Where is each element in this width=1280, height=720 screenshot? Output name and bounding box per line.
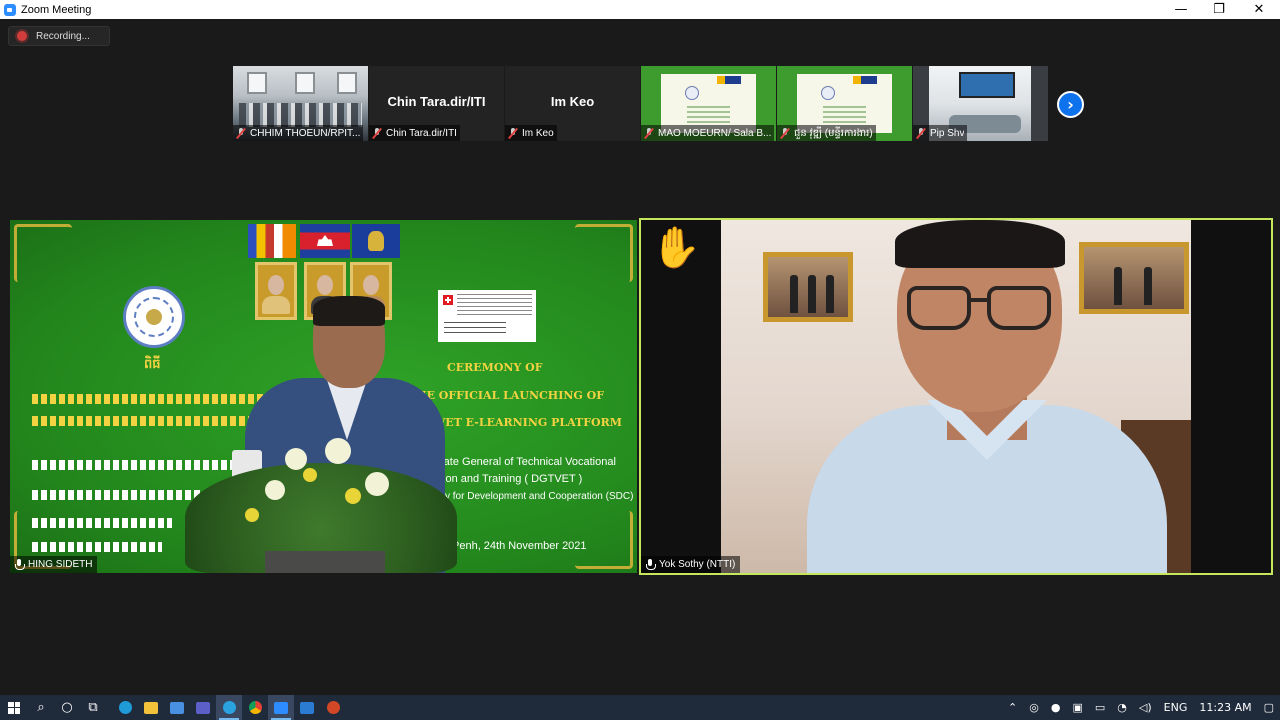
strip-next-chevron-icon[interactable]: › <box>1057 91 1084 118</box>
flower-arrangement <box>185 418 457 573</box>
video-tile-hing-sideth[interactable]: ពិធី CEREMONY OF THE OFFICIAL LAUNCHING … <box>10 220 637 573</box>
mic-muted-icon <box>508 127 518 139</box>
khmer-text-line <box>32 542 162 552</box>
khmer-text-line <box>32 490 202 500</box>
khmer-text-line <box>32 518 172 528</box>
participant-name: Chin Tara.dir/ITI <box>386 127 457 139</box>
participant-name: Pip Shv <box>930 127 965 139</box>
participant-tile[interactable]: Chin Tara.dir/ITI Chin Tara.dir/ITI <box>369 66 504 141</box>
windows-logo-icon <box>8 701 20 714</box>
mic-icon <box>646 559 656 570</box>
cortana-icon[interactable]: ○ <box>54 695 80 720</box>
task-view-icon[interactable]: ⧉ <box>80 695 106 720</box>
battery-icon[interactable]: ▭ <box>1095 701 1105 714</box>
raise-hand-icon: ✋ <box>651 225 701 271</box>
slide-support-line: cy for Development and Cooperation (SDC) <box>440 491 634 502</box>
edge-icon[interactable] <box>112 695 138 720</box>
chevron-up-icon[interactable]: ⌃ <box>1008 701 1017 714</box>
participant-big-name: Im Keo <box>550 94 595 109</box>
participant-name-tag: ជួន វុឌ្ឍី (មន្ទីរការងារ) <box>777 125 876 141</box>
participant-name-tag: Im Keo <box>505 125 557 141</box>
action-icon[interactable]: ▣ <box>1072 701 1082 714</box>
participant-name-tag: Yok Sothy (NTTI) <box>641 556 741 573</box>
mic-muted-icon <box>780 127 790 139</box>
video-tile-yok-sothy[interactable]: ✋ Yok Sothy (NTTI) <box>639 218 1273 575</box>
participant-name: CHHIM THOEUN/RPIT... <box>250 127 361 139</box>
mail-icon[interactable] <box>164 695 190 720</box>
cambodia-flag-icon <box>300 224 350 258</box>
language-indicator[interactable]: ENG <box>1164 701 1188 714</box>
participant-tile[interactable]: MAO MOEURN/ Sala B... <box>641 66 776 141</box>
recording-label: Recording... <box>36 30 90 42</box>
window-title: Zoom Meeting <box>21 3 92 16</box>
chrome-icon[interactable] <box>242 695 268 720</box>
participant-name-tag: Chin Tara.dir/ITI <box>369 125 460 141</box>
participant-name-tag: MAO MOEURN/ Sala B... <box>641 125 774 141</box>
microphone-icon[interactable]: ● <box>1051 701 1061 714</box>
buddhist-flag-icon <box>248 224 296 258</box>
participant-name-tag: CHHIM THOEUN/RPIT... <box>233 125 364 141</box>
search-icon[interactable]: ⌕ <box>28 695 54 720</box>
participant-name-tag: Pip Shv <box>913 125 968 141</box>
minimize-button[interactable]: — <box>1161 0 1201 19</box>
maximize-button[interactable]: ❐ <box>1199 0 1239 19</box>
participant-tile[interactable]: Im Keo Im Keo <box>505 66 640 141</box>
record-dot-icon <box>17 31 27 41</box>
zoom-app-icon <box>4 3 16 16</box>
participant-name: HING SIDETH <box>28 559 93 570</box>
participant-name: Yok Sothy (NTTI) <box>659 559 736 570</box>
participant-name: ជួន វុឌ្ឍី (មន្ទីរការងារ) <box>794 127 873 139</box>
participant-name: MAO MOEURN/ Sala B... <box>658 127 771 139</box>
slide-khmer-heading: ពិធី <box>144 357 161 372</box>
mic-muted-icon <box>236 127 246 139</box>
powerpoint-icon[interactable] <box>320 695 346 720</box>
start-button[interactable] <box>0 695 28 720</box>
close-button[interactable]: ✕ <box>1239 0 1279 19</box>
wifi-icon[interactable]: ◔ <box>1117 701 1127 714</box>
participant-tile[interactable]: CHHIM THOEUN/RPIT... <box>233 66 368 141</box>
clock[interactable]: 11:23 AM <box>1199 701 1251 714</box>
participant-name: Im Keo <box>522 127 554 139</box>
participant-name-tag: HING SIDETH <box>10 556 98 573</box>
zoom-icon[interactable] <box>268 695 294 720</box>
ministry-seal-logo <box>123 286 185 348</box>
royal-emblem-flag-icon <box>352 224 400 258</box>
file-explorer-icon[interactable] <box>138 695 164 720</box>
notifications-icon[interactable]: ▢ <box>1264 701 1274 714</box>
participant-big-name: Chin Tara.dir/ITI <box>387 94 486 109</box>
mic-muted-icon <box>916 127 926 139</box>
participant-strip: CHHIM THOEUN/RPIT... Chin Tara.dir/ITI C… <box>233 66 1048 141</box>
window-titlebar: Zoom Meeting — ❐ ✕ <box>0 0 1280 19</box>
sdc-logo <box>438 290 536 342</box>
teams-icon[interactable] <box>190 695 216 720</box>
speaker-figure <box>807 220 1167 573</box>
slide-org-line1: rate General of Technical Vocational <box>440 456 616 468</box>
mic-muted-icon <box>372 127 382 139</box>
meeting-stage: Recording... CHHIM THOEUN/RPIT... Chin T… <box>0 19 1280 695</box>
participant-tile[interactable]: Pip Shv <box>913 66 1048 141</box>
mic-icon <box>15 559 25 570</box>
slide-title-line1: CEREMONY OF <box>447 361 543 374</box>
mic-muted-icon <box>644 127 654 139</box>
windows-taskbar: ⌕ ○ ⧉ ⌃ ◎ ● ▣ ▭ ◔ ◁) ENG 11:23 AM ▢ <box>0 695 1280 720</box>
volume-icon[interactable]: ◁) <box>1139 701 1152 714</box>
slide-org-line2: tion and Training ( DGTVET ) <box>440 473 583 485</box>
vscode-icon[interactable] <box>294 695 320 720</box>
recording-indicator[interactable]: Recording... <box>8 26 110 46</box>
participant-tile[interactable]: ជួន វុឌ្ឍី (មន្ទីរការងារ) <box>777 66 912 141</box>
meet-now-icon[interactable]: ◎ <box>1029 701 1039 714</box>
slide-date-line: Penh, 24th November 2021 <box>452 540 587 552</box>
telegram-icon[interactable] <box>216 695 242 720</box>
system-tray: ⌃ ◎ ● ▣ ▭ ◔ ◁) ENG 11:23 AM ▢ <box>1002 695 1280 720</box>
